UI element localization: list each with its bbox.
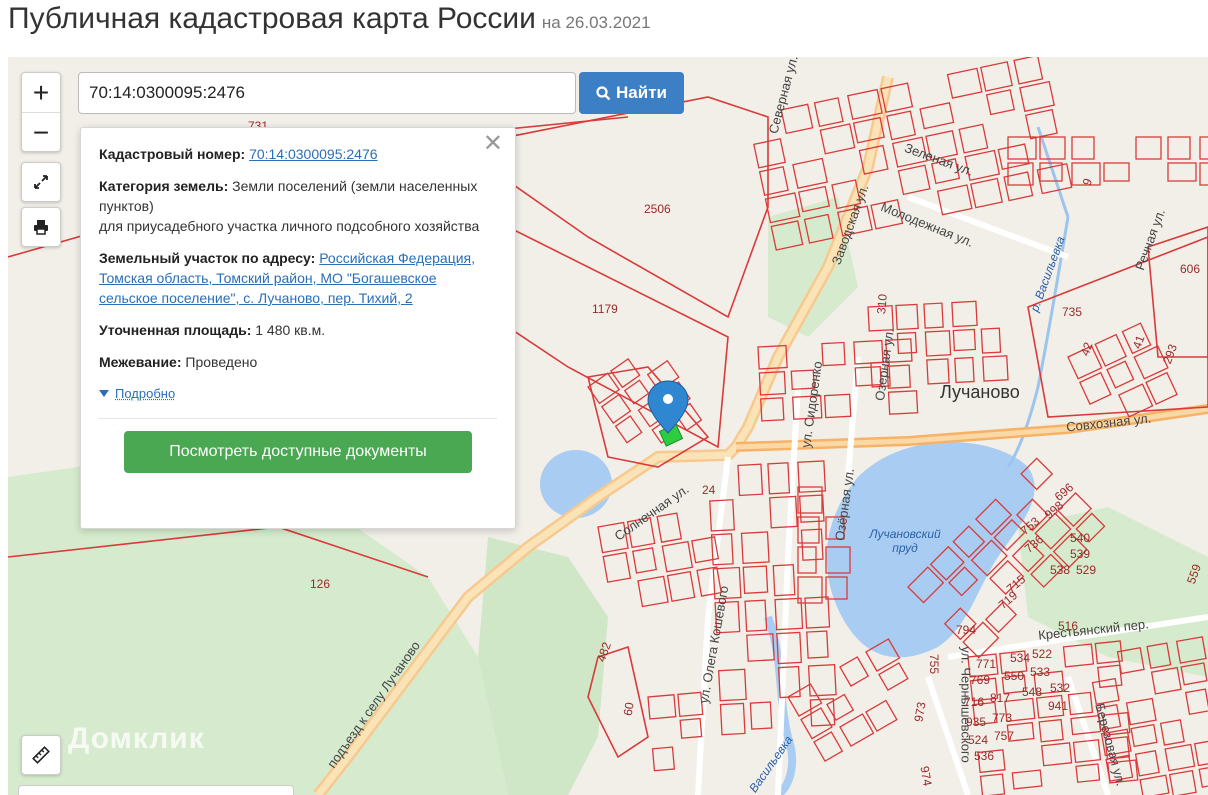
parcel-info-popup: ✕ Кадастровый номер: 70:14:0300095:2476 … <box>80 127 516 529</box>
location-pin-icon <box>647 380 689 434</box>
cadastral-number-link[interactable]: 70:14:0300095:2476 <box>249 146 377 162</box>
parcel-label: 538 <box>1050 563 1071 577</box>
survey-row: Межевание: Проведено <box>99 352 497 372</box>
parcel-label: 550 <box>1004 669 1025 683</box>
parcel-label: 529 <box>1076 563 1097 577</box>
parcel-label: 522 <box>1032 647 1053 661</box>
parcel-label: 532 <box>1050 681 1071 695</box>
parcel-label: 716 <box>964 695 985 709</box>
popup-divider <box>99 418 497 419</box>
parcel-label: 516 <box>1058 619 1079 633</box>
parcel-label: 126 <box>310 577 331 591</box>
land-category-row: Категория земель: Земли поселений (земли… <box>99 176 497 236</box>
address-row: Земельный участок по адресу: Российская … <box>99 248 497 308</box>
search-input[interactable] <box>78 72 576 114</box>
bottom-panel <box>18 785 294 795</box>
parcel-label: 539 <box>1070 547 1091 561</box>
zoom-control: + − <box>21 72 61 152</box>
parcel-label: 941 <box>1048 699 1069 713</box>
ruler-button[interactable] <box>21 735 61 775</box>
area-value: 1 480 кв.м. <box>255 322 326 338</box>
parcel-label: 540 <box>1070 531 1091 545</box>
parcel-label: 755 <box>927 653 942 675</box>
survey-label: Межевание: <box>99 354 182 370</box>
cadastral-number-row: Кадастровый номер: 70:14:0300095:2476 <box>99 144 497 164</box>
cadastral-number-label: Кадастровый номер: <box>99 146 246 162</box>
parcel-label: 24 <box>702 483 716 497</box>
parcel-label: 935 <box>966 715 987 729</box>
parcel-label: 310 <box>874 293 890 315</box>
parcel-label: 534 <box>1010 651 1031 665</box>
parcel-label: 60 <box>620 701 637 717</box>
parcel-label: 771 <box>976 657 997 671</box>
parcel-label: 533 <box>1030 665 1051 679</box>
parcel-label: 524 <box>968 733 989 747</box>
pond-label: Лучановский пруд <box>869 527 941 555</box>
area-label: Уточненная площадь: <box>99 322 252 338</box>
zoom-out-button[interactable]: − <box>22 113 60 152</box>
page-title: Публичная кадастровая карта России на 26.… <box>8 0 651 40</box>
parcel-label: 757 <box>994 729 1015 743</box>
page-title-text: Публичная кадастровая карта России <box>8 2 536 35</box>
view-documents-button[interactable]: Посмотреть доступные документы <box>124 431 472 473</box>
parcel-label: 606 <box>1180 262 1201 276</box>
search-icon <box>596 85 611 100</box>
search-button-label: Найти <box>616 83 667 102</box>
printer-icon <box>34 220 48 235</box>
watermark-logo: Домклик <box>68 722 205 755</box>
map-canvas[interactable]: Лучаново Лучановский пруд Солнечная ул. … <box>8 57 1208 795</box>
details-toggle[interactable]: Подробно <box>99 384 497 404</box>
land-category-label: Категория земель: <box>99 178 229 194</box>
search-button[interactable]: Найти <box>579 72 684 114</box>
parcel-label: 773 <box>992 711 1013 725</box>
zoom-in-button[interactable]: + <box>22 73 60 112</box>
ruler-icon <box>32 746 50 764</box>
expand-icon <box>34 175 48 189</box>
parcel-label: 794 <box>956 623 977 637</box>
parcel-label: 2506 <box>644 202 671 216</box>
page-date: на 26.03.2021 <box>541 13 651 32</box>
survey-value: Проведено <box>185 354 258 370</box>
fullscreen-button[interactable] <box>21 162 61 202</box>
parcel-label: 817 <box>990 691 1011 705</box>
parcel-label: 1179 <box>592 302 618 316</box>
address-label: Земельный участок по адресу: <box>99 250 316 266</box>
parcel-label: 735 <box>1062 305 1083 319</box>
land-usage-value: для приусадебного участка личного подсоб… <box>99 218 480 234</box>
details-toggle-label: Подробно <box>115 386 176 401</box>
parcel-label: 769 <box>970 673 991 687</box>
parcel-label: 548 <box>1022 685 1043 699</box>
parcel-label: 536 <box>974 749 995 763</box>
close-icon[interactable]: ✕ <box>483 132 503 156</box>
place-label: Лучаново <box>940 382 1020 402</box>
caret-down-icon <box>99 390 109 397</box>
print-button[interactable] <box>21 207 61 247</box>
area-row: Уточненная площадь: 1 480 кв.м. <box>99 320 497 340</box>
